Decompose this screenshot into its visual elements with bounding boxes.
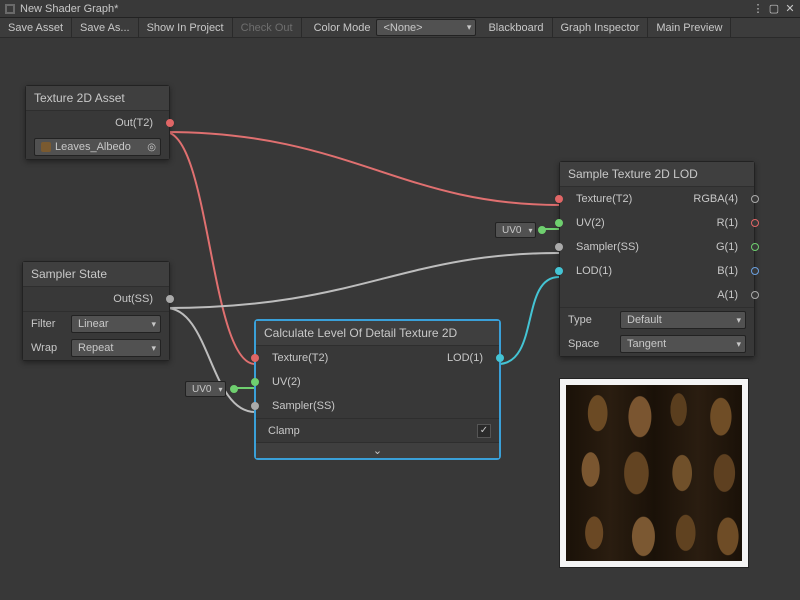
maximize-icon[interactable]: ▢ xyxy=(768,3,780,15)
save-asset-button[interactable]: Save Asset xyxy=(0,18,72,37)
port-out-t2-label: Out(T2) xyxy=(115,117,153,129)
color-mode-dropdown[interactable]: <None> xyxy=(376,19,476,36)
texture-thumb-icon xyxy=(41,142,51,152)
node-sampler-state[interactable]: Sampler State Out(SS) Filter Linear Wrap… xyxy=(22,261,170,361)
uv-drop-out-port-sample[interactable] xyxy=(538,226,546,234)
port-in-uv[interactable] xyxy=(251,378,259,386)
port-out-lod-label: LOD(1) xyxy=(447,352,483,364)
port-out-b-label: B(1) xyxy=(717,265,738,277)
filter-label: Filter xyxy=(31,318,65,330)
port-out-ss[interactable] xyxy=(166,295,174,303)
node-collapse-toggle[interactable]: ⌄ xyxy=(256,442,499,458)
port-in-lod-label: LOD(1) xyxy=(576,265,612,277)
node-header[interactable]: Texture 2D Asset xyxy=(26,86,169,111)
blackboard-button[interactable]: Blackboard xyxy=(480,18,552,37)
clamp-label: Clamp xyxy=(268,425,300,437)
type-dropdown[interactable]: Default xyxy=(620,311,746,329)
port-out-t2[interactable] xyxy=(166,119,174,127)
port-in-sampler[interactable] xyxy=(251,402,259,410)
shadergraph-icon xyxy=(4,3,16,15)
main-preview-button[interactable]: Main Preview xyxy=(648,18,731,37)
color-mode-label: Color Mode xyxy=(302,18,377,37)
port-out-r-label: R(1) xyxy=(717,217,738,229)
window-title: New Shader Graph* xyxy=(20,3,748,15)
port-out-b[interactable] xyxy=(751,267,759,275)
uv-drop-out-port-calc[interactable] xyxy=(230,385,238,393)
node-header[interactable]: Sampler State xyxy=(23,262,169,287)
node-header[interactable]: Calculate Level Of Detail Texture 2D xyxy=(256,321,499,346)
port-out-r[interactable] xyxy=(751,219,759,227)
port-out-g-label: G(1) xyxy=(716,241,738,253)
node-header[interactable]: Sample Texture 2D LOD xyxy=(560,162,754,187)
port-in-uv-label: UV(2) xyxy=(272,376,301,388)
graph-inspector-button[interactable]: Graph Inspector xyxy=(553,18,649,37)
port-in-lod[interactable] xyxy=(555,267,563,275)
port-in-sampler[interactable] xyxy=(555,243,563,251)
texture-asset-picker[interactable]: Leaves_Albedo xyxy=(34,138,161,156)
port-out-rgba[interactable] xyxy=(751,195,759,203)
clamp-checkbox[interactable]: ✓ xyxy=(477,424,491,438)
port-out-lod[interactable] xyxy=(496,354,504,362)
type-label: Type xyxy=(568,314,614,326)
filter-dropdown[interactable]: Linear xyxy=(71,315,161,333)
space-dropdown[interactable]: Tangent xyxy=(620,335,746,353)
check-out-button: Check Out xyxy=(233,18,302,37)
port-in-uv-label: UV(2) xyxy=(576,217,605,229)
port-out-g[interactable] xyxy=(751,243,759,251)
uv-dropdown-sample[interactable]: UV0 xyxy=(495,222,536,238)
toolbar: Save Asset Save As... Show In Project Ch… xyxy=(0,18,800,38)
chevron-down-icon: ⌄ xyxy=(373,444,382,457)
port-in-sampler-label: Sampler(SS) xyxy=(576,241,639,253)
wrap-label: Wrap xyxy=(31,342,65,354)
port-out-ss-label: Out(SS) xyxy=(113,293,153,305)
graph-canvas[interactable]: Texture 2D Asset Out(T2) Leaves_Albedo S… xyxy=(0,38,800,600)
node-preview xyxy=(559,378,749,568)
wrap-dropdown[interactable]: Repeat xyxy=(71,339,161,357)
space-label: Space xyxy=(568,338,614,350)
port-in-texture[interactable] xyxy=(251,354,259,362)
window-titlebar: New Shader Graph* ⋮ ▢ ✕ xyxy=(0,0,800,18)
preview-texture-image xyxy=(566,385,742,561)
node-texture2d-asset[interactable]: Texture 2D Asset Out(T2) Leaves_Albedo xyxy=(25,85,170,160)
texture-asset-value: Leaves_Albedo xyxy=(55,141,131,153)
port-in-texture-label: Texture(T2) xyxy=(576,193,632,205)
port-out-a[interactable] xyxy=(751,291,759,299)
node-sample-texture-2d-lod[interactable]: Sample Texture 2D LOD Texture(T2) RGBA(4… xyxy=(559,161,755,357)
menu-icon[interactable]: ⋮ xyxy=(752,3,764,15)
node-calculate-lod[interactable]: Calculate Level Of Detail Texture 2D Tex… xyxy=(255,320,500,459)
port-out-rgba-label: RGBA(4) xyxy=(693,193,738,205)
port-in-sampler-label: Sampler(SS) xyxy=(272,400,335,412)
port-in-texture[interactable] xyxy=(555,195,563,203)
close-icon[interactable]: ✕ xyxy=(784,3,796,15)
port-in-uv[interactable] xyxy=(555,219,563,227)
port-in-texture-label: Texture(T2) xyxy=(272,352,328,364)
show-in-project-button[interactable]: Show In Project xyxy=(139,18,233,37)
uv-dropdown-calc[interactable]: UV0 xyxy=(185,381,226,397)
port-out-a-label: A(1) xyxy=(717,289,738,301)
save-as-button[interactable]: Save As... xyxy=(72,18,139,37)
